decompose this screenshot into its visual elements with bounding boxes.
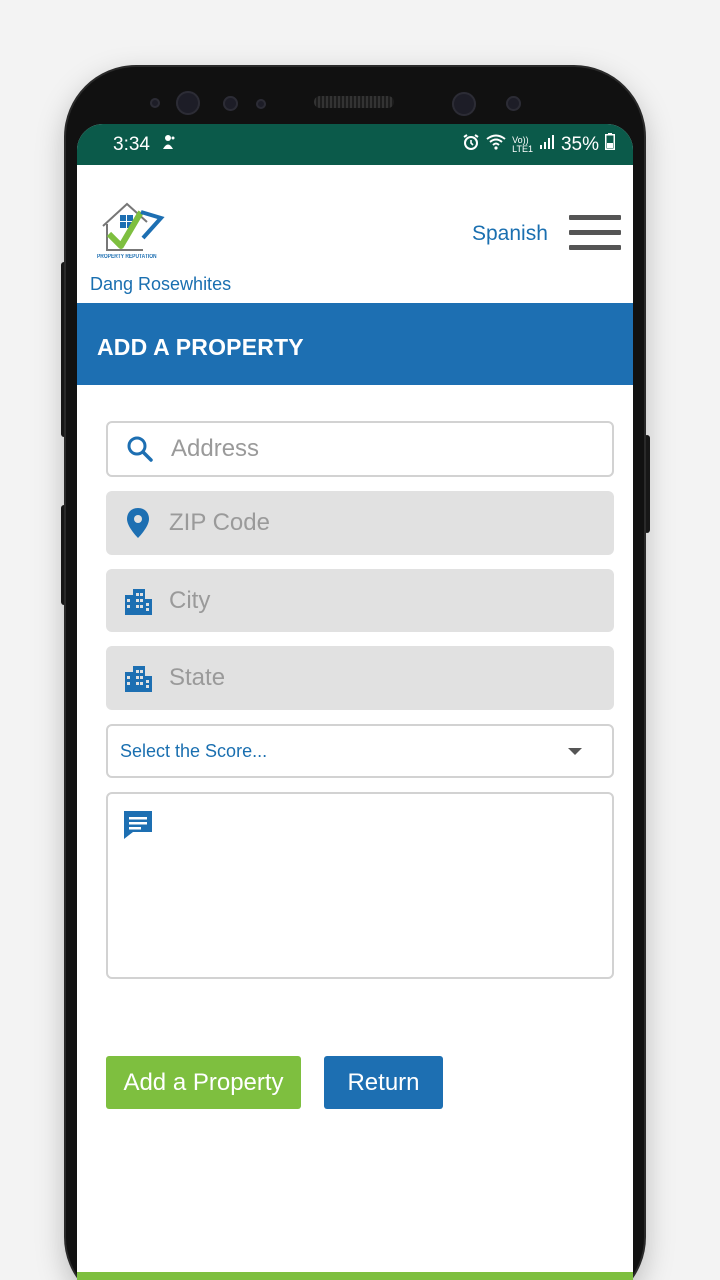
- volte-label-bottom: LTE1: [512, 143, 533, 154]
- comment-textarea[interactable]: [106, 792, 614, 979]
- menu-line: [569, 245, 621, 250]
- front-sensor: [150, 98, 160, 108]
- state-placeholder: State: [169, 664, 226, 691]
- page-title: ADD A PROPERTY: [77, 303, 633, 385]
- status-time: 3:34: [113, 133, 150, 155]
- menu-line: [569, 230, 621, 235]
- score-select[interactable]: Select the Score...: [106, 724, 614, 778]
- search-icon: [123, 432, 157, 466]
- battery-percent: 35%: [560, 133, 599, 155]
- comment-icon: [121, 808, 155, 842]
- wifi-icon: [486, 134, 506, 156]
- score-select-value: Select the Score...: [120, 740, 268, 761]
- city-placeholder: City: [169, 586, 211, 614]
- app-header: PROPERTY REPUTATION Dang Rosewhites Span…: [77, 165, 633, 303]
- front-sensor: [223, 96, 238, 111]
- menu-line: [569, 215, 621, 220]
- state-field[interactable]: State: [106, 646, 614, 710]
- notification-icon: [160, 133, 176, 157]
- zip-code-placeholder: ZIP Code: [169, 509, 270, 536]
- map-pin-icon: [121, 506, 155, 540]
- address-placeholder: Address: [171, 435, 260, 462]
- app-screen: 3:34 Vo)) LTE1 35% PROPERTY REPUTATION D…: [77, 124, 633, 1280]
- front-camera: [176, 91, 200, 115]
- front-sensor: [256, 99, 266, 109]
- city-field[interactable]: City: [106, 569, 614, 632]
- logo-text: PROPERTY REPUTATION: [97, 254, 157, 260]
- phone-speaker: [314, 96, 394, 108]
- hamburger-menu-button[interactable]: [569, 215, 621, 253]
- phone-power-button: [644, 435, 650, 533]
- building-icon: [121, 661, 155, 695]
- signal-icon: [539, 134, 555, 156]
- status-bar: 3:34 Vo)) LTE1 35%: [77, 124, 633, 165]
- chevron-down-icon: [568, 747, 582, 755]
- battery-icon: [605, 133, 615, 156]
- address-field[interactable]: Address: [106, 421, 614, 477]
- property-reputation-logo[interactable]: PROPERTY REPUTATION: [97, 198, 167, 268]
- building-icon: [121, 584, 155, 618]
- return-button[interactable]: Return: [324, 1056, 443, 1109]
- front-sensor: [506, 96, 521, 111]
- status-icons: Vo)) LTE1 35%: [462, 133, 615, 157]
- language-link[interactable]: Spanish: [472, 222, 548, 246]
- alarm-icon: [462, 133, 480, 157]
- iris-camera: [452, 92, 476, 116]
- footer-bar: [77, 1272, 633, 1280]
- user-name: Dang Rosewhites: [90, 274, 232, 294]
- add-property-button[interactable]: Add a Property: [106, 1056, 301, 1109]
- volte-label: Vo)) LTE1: [512, 135, 533, 154]
- zip-code-field[interactable]: ZIP Code: [106, 491, 614, 555]
